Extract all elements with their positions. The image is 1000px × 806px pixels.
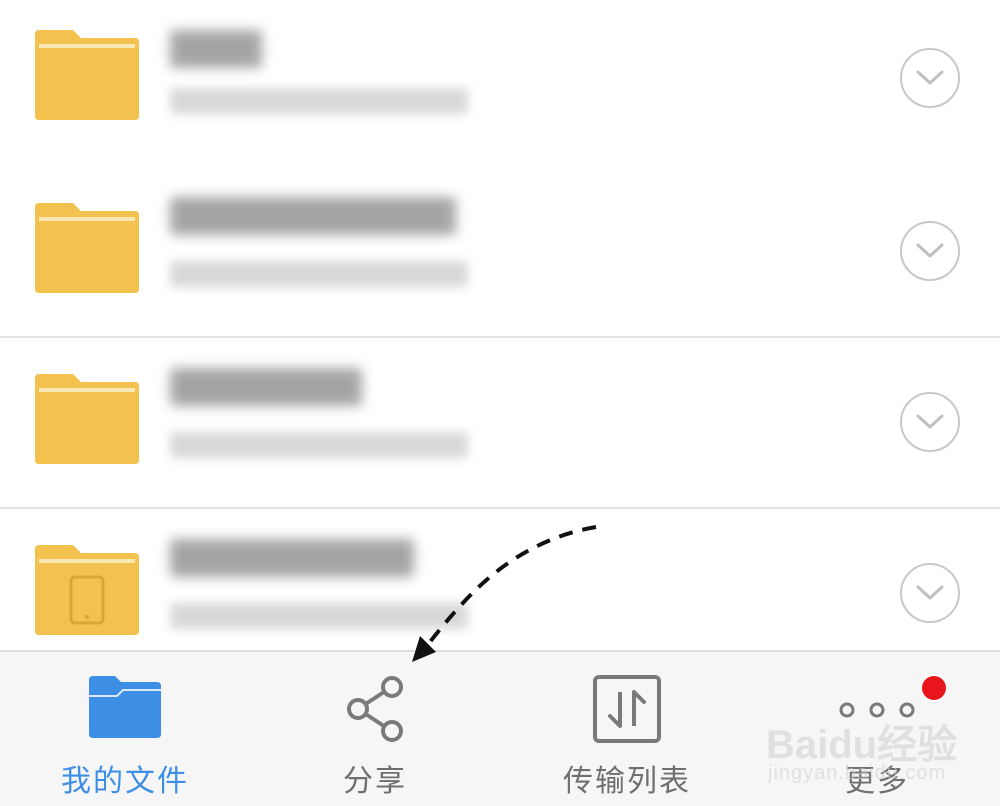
expand-button[interactable] <box>900 563 960 623</box>
chevron-down-icon <box>916 414 944 429</box>
file-name-redacted <box>170 30 262 68</box>
list-item[interactable] <box>0 167 1000 338</box>
file-meta-redacted <box>170 432 468 458</box>
file-name-redacted <box>170 197 456 235</box>
file-meta-redacted <box>170 88 468 114</box>
file-meta-redacted <box>170 603 468 629</box>
folder-icon <box>35 203 139 293</box>
file-meta-redacted <box>170 261 468 287</box>
chevron-down-icon <box>916 243 944 258</box>
list-item[interactable] <box>0 0 1000 171</box>
chevron-down-icon <box>916 585 944 600</box>
chevron-down-icon <box>916 70 944 85</box>
expand-button[interactable] <box>900 221 960 281</box>
tab-label: 分享 <box>343 764 407 799</box>
list-item[interactable] <box>0 338 1000 509</box>
file-name-redacted <box>170 368 362 406</box>
tab-label: 传输列表 <box>563 764 691 799</box>
folder-tablet-icon <box>35 545 139 635</box>
bottom-tab-bar: 我的文件 分享 传输列表 更多 <box>0 650 1000 806</box>
list-item[interactable] <box>0 509 1000 650</box>
tab-share[interactable]: 分享 <box>250 652 500 806</box>
more-dots-icon <box>839 702 915 718</box>
folder-icon <box>89 676 161 738</box>
folder-icon <box>35 30 139 120</box>
tab-more[interactable]: 更多 <box>752 652 1000 806</box>
tab-transfer-list[interactable]: 传输列表 <box>502 652 752 806</box>
file-name-redacted <box>170 539 414 577</box>
notification-badge <box>920 674 948 702</box>
share-icon <box>347 676 403 742</box>
folder-icon <box>35 374 139 464</box>
tab-label: 我的文件 <box>61 764 189 799</box>
expand-button[interactable] <box>900 48 960 108</box>
tab-my-files[interactable]: 我的文件 <box>0 652 250 806</box>
transfer-icon <box>593 675 661 743</box>
tab-label: 更多 <box>845 764 909 799</box>
file-list <box>0 0 1000 650</box>
expand-button[interactable] <box>900 392 960 452</box>
